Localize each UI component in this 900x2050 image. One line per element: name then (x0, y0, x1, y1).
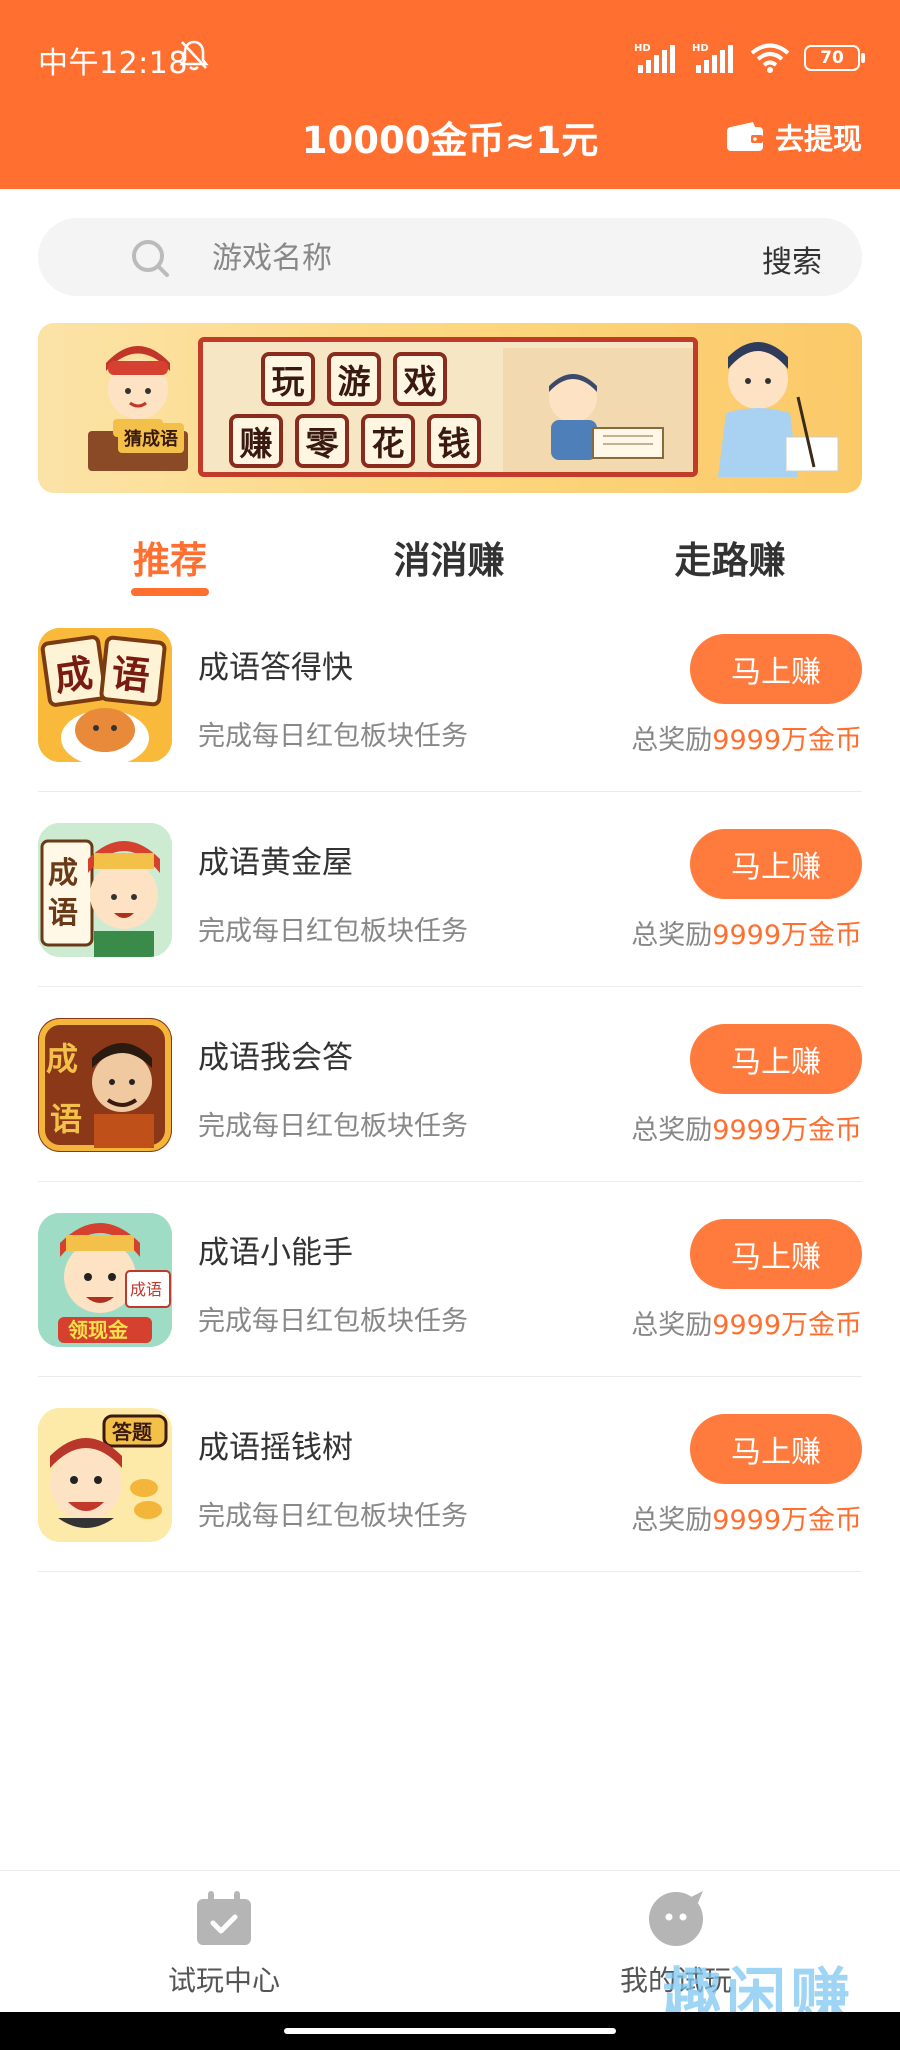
banner-tile: 游 (327, 352, 381, 406)
nav-trial-center[interactable]: 试玩中心 (124, 1889, 324, 1999)
banner-tile: 玩 (261, 352, 315, 406)
earn-now-button[interactable]: 马上赚 (690, 634, 862, 704)
total-reward: 总奖励9999万金币 (631, 1303, 862, 1342)
wallet-icon (726, 122, 763, 151)
svg-text:语: 语 (109, 651, 151, 699)
idiom-shiba-icon: 成 语 (38, 628, 172, 762)
game-name: 成语我会答 (198, 1040, 353, 1076)
status-time: 中午12:18 (38, 46, 188, 81)
idiom-money-tree-icon: 答题 (38, 1408, 172, 1542)
active-tab-indicator (131, 588, 209, 596)
banner-row-1: 玩 游 戏 (261, 352, 447, 406)
status-bar: 中午12:18 HD HD 70 (0, 0, 900, 112)
tab-walk-earn[interactable]: 走路赚 (630, 530, 830, 584)
tab-recommended[interactable]: 推荐 (70, 530, 270, 584)
total-reward: 总奖励9999万金币 (631, 1498, 862, 1537)
search-button[interactable]: 搜索 (762, 237, 822, 281)
bell-muted-icon (179, 40, 209, 71)
game-description: 完成每日红包板块任务 (198, 721, 468, 752)
signal-icon: HD (634, 43, 675, 73)
search-input[interactable] (210, 230, 694, 286)
signal-icon-2: HD (692, 43, 733, 73)
reward-amount: 9999万金币 (712, 725, 862, 756)
reward-prefix: 总奖励 (631, 725, 713, 756)
withdraw-button[interactable]: 去提现 (725, 116, 862, 158)
svg-text:HD: HD (634, 43, 651, 54)
reward-amount: 9999万金币 (712, 920, 862, 951)
game-list-item[interactable]: 答题 成语摇钱树 完成每日红包板块任务 马上赚 总奖励9999万金币 (38, 1402, 862, 1572)
svg-text:语: 语 (48, 896, 78, 931)
status-icons: HD HD 70 (634, 40, 865, 76)
banner-board: 玩 游 戏 赚 零 花 钱 (198, 337, 698, 477)
game-name: 成语摇钱树 (198, 1430, 353, 1466)
idiom-warrior-icon: 成 语 (38, 1018, 172, 1152)
reward-prefix: 总奖励 (631, 1505, 713, 1536)
svg-text:HD: HD (692, 43, 709, 54)
game-list-item[interactable]: 成 语 成语黄金屋 完成每日红包板块任务 马上赚 总奖励9999万金币 (38, 817, 862, 987)
game-list-item[interactable]: 成 语 成语我会答 完成每日红包板块任务 马上赚 总奖励9999万金币 (38, 1012, 862, 1182)
total-reward: 总奖励9999万金币 (631, 913, 862, 952)
reward-prefix: 总奖励 (631, 1115, 713, 1146)
svg-text:成: 成 (46, 1040, 78, 1078)
battery-indicator: 70 (804, 45, 865, 71)
writer-character-icon (718, 342, 839, 477)
search-icon (132, 240, 169, 277)
banner-tile: 零 (295, 414, 349, 468)
banner-tile: 戏 (393, 352, 447, 406)
banner-row-2: 赚 零 花 钱 (229, 414, 481, 468)
game-list: 成 语 成语答得快 完成每日红包板块任务 马上赚 总奖励9999万金币 成 语 (38, 622, 862, 1572)
earn-now-button[interactable]: 马上赚 (690, 829, 862, 899)
withdraw-label: 去提现 (774, 122, 862, 156)
game-description: 完成每日红包板块任务 (198, 1111, 468, 1142)
wifi-icon (750, 43, 790, 73)
svg-text:成语: 成语 (130, 1280, 162, 1299)
tab-match-earn[interactable]: 消消赚 (349, 530, 549, 584)
reward-amount: 9999万金币 (712, 1115, 862, 1146)
game-name: 成语黄金屋 (198, 845, 353, 881)
search-bar: 搜索 (38, 218, 862, 296)
scholar-character-icon (88, 346, 188, 471)
banner-tile: 赚 (229, 414, 283, 468)
game-description: 完成每日红包板块任务 (198, 1501, 468, 1532)
reward-prefix: 总奖励 (631, 1310, 713, 1341)
reward-prefix: 总奖励 (631, 920, 713, 951)
game-list-item[interactable]: 成 语 成语答得快 完成每日红包板块任务 马上赚 总奖励9999万金币 (38, 622, 862, 792)
reward-amount: 9999万金币 (712, 1505, 862, 1536)
nav-label: 试玩中心 (167, 1964, 280, 1997)
promo-banner[interactable]: 猜成语 玩 游 戏 赚 零 花 钱 (38, 323, 862, 493)
game-description: 完成每日红包板块任务 (198, 916, 468, 947)
banner-tile: 花 (361, 414, 415, 468)
home-indicator[interactable] (284, 2028, 616, 2034)
reward-amount: 9999万金币 (712, 1310, 862, 1341)
svg-text:成: 成 (48, 856, 78, 891)
earn-now-button[interactable]: 马上赚 (690, 1219, 862, 1289)
total-reward: 总奖励9999万金币 (631, 1108, 862, 1147)
earn-now-button[interactable]: 马上赚 (690, 1024, 862, 1094)
student-reading-icon (503, 348, 693, 472)
banner-tile: 钱 (427, 414, 481, 468)
svg-text:领现金: 领现金 (68, 1318, 129, 1342)
svg-text:成: 成 (52, 651, 96, 700)
calendar-check-icon (197, 1891, 251, 1945)
game-name: 成语小能手 (198, 1235, 353, 1271)
top-header: 中午12:18 HD HD 70 10000金币≈1元 去提现 (0, 0, 900, 189)
earn-now-button[interactable]: 马上赚 (690, 1414, 862, 1484)
game-name: 成语答得快 (198, 650, 353, 686)
idiom-official-icon: 成 语 (38, 823, 172, 957)
chat-face-icon (649, 1891, 703, 1946)
total-reward: 总奖励9999万金币 (631, 718, 862, 757)
idiom-fortune-god-icon: 成语 领现金 (38, 1213, 172, 1347)
game-description: 完成每日红包板块任务 (198, 1306, 468, 1337)
svg-text:语: 语 (50, 1100, 82, 1138)
banner-badge: 猜成语 (118, 423, 184, 453)
svg-text:答题: 答题 (112, 1420, 153, 1444)
game-list-item[interactable]: 成语 领现金 成语小能手 完成每日红包板块任务 马上赚 总奖励9999万金币 (38, 1207, 862, 1377)
